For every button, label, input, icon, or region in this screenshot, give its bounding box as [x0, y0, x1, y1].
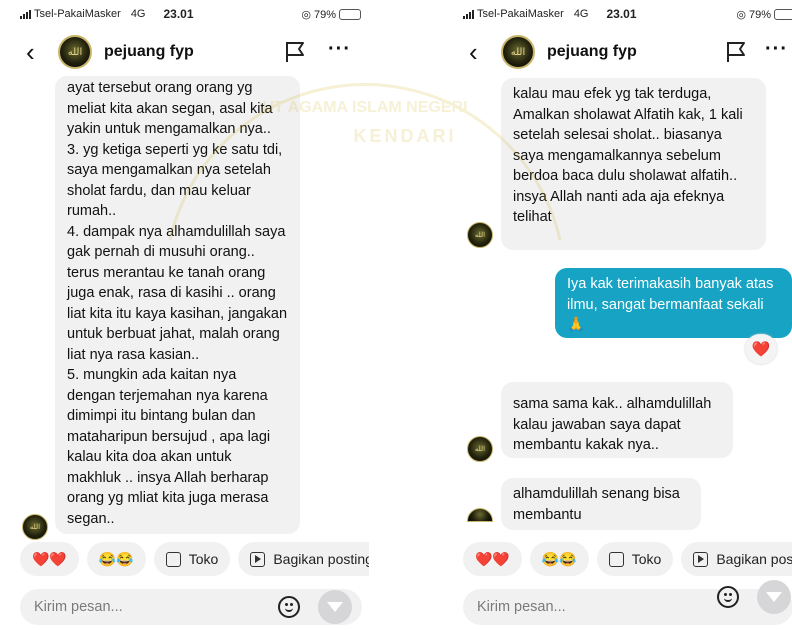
more-options-icon[interactable]: ··· — [765, 38, 788, 61]
more-options-icon[interactable]: ··· — [328, 38, 351, 61]
alarm-icon: ◎ — [736, 9, 746, 21]
report-flag-icon[interactable] — [725, 40, 747, 64]
sender-avatar[interactable]: الله — [467, 436, 493, 462]
right-chat-screen: Tsel-PakaiMasker 4G 23.01 ◎ 79% ‹ الله p… — [455, 0, 792, 630]
received-message: alhamdulillah senang bisa membantu — [501, 478, 701, 530]
share-post-button[interactable]: Bagikan postingan — [681, 542, 792, 576]
emoji-icon[interactable] — [717, 586, 739, 608]
quick-reply-hearts[interactable]: ❤️❤️ — [20, 542, 79, 576]
quick-reply-laugh[interactable]: 😂😂 — [529, 542, 589, 576]
message-input-placeholder: Kirim pesan... — [477, 599, 566, 615]
sender-avatar[interactable]: الله — [467, 222, 493, 248]
shop-icon — [165, 551, 181, 567]
received-message: sama sama kak.. alhamdulillah kalau jawa… — [501, 382, 733, 458]
alarm-icon: ◎ — [301, 9, 311, 21]
quick-reply-laugh[interactable]: 😂😂 — [86, 542, 146, 576]
clock: 23.01 — [606, 7, 637, 21]
quick-reply-bar: ❤️❤️ 😂😂 Toko Bagikan postingan — [12, 542, 369, 578]
back-arrow-icon[interactable]: ‹ — [469, 39, 489, 65]
network-label: 4G — [130, 8, 146, 20]
battery-icon — [774, 9, 792, 20]
message-list: kalau mau efek yg tak terduga, Amalkan s… — [455, 76, 792, 546]
signal-icon — [463, 9, 474, 19]
quick-reply-bar: ❤️❤️ 😂😂 Toko Bagikan postingan — [455, 542, 792, 578]
report-flag-icon[interactable] — [284, 40, 306, 64]
carrier-label: Tsel-PakaiMasker — [34, 8, 121, 20]
battery-status: ◎ 79% — [736, 8, 792, 21]
heart-reaction[interactable]: ❤️ — [745, 334, 777, 364]
battery-percent: 79% — [748, 8, 771, 21]
chat-header: ‹ الله pejuang fyp ··· — [12, 28, 369, 76]
shop-icon — [608, 551, 624, 567]
battery-icon — [339, 9, 361, 20]
signal-icon — [20, 9, 31, 19]
play-icon — [693, 551, 709, 567]
chat-header: ‹ الله pejuang fyp ··· — [455, 28, 792, 76]
left-chat-screen: Tsel-PakaiMasker 4G 23.01 ◎ 79% ‹ الله p… — [12, 0, 369, 630]
network-label: 4G — [573, 8, 589, 20]
status-bar: Tsel-PakaiMasker 4G 23.01 ◎ 79% — [455, 0, 792, 28]
quick-reply-hearts[interactable]: ❤️❤️ — [463, 542, 522, 576]
clock: 23.01 — [163, 7, 194, 21]
message-input[interactable]: Kirim pesan... — [20, 589, 362, 625]
avatar[interactable]: الله — [58, 35, 92, 69]
toko-button[interactable]: Toko — [153, 542, 231, 576]
chat-username[interactable]: pejuang fyp — [104, 43, 194, 61]
send-button[interactable] — [318, 590, 352, 624]
carrier-label: Tsel-PakaiMasker — [477, 8, 564, 20]
toko-button[interactable]: Toko — [596, 542, 674, 576]
message-input[interactable]: Kirim pesan... — [463, 589, 792, 625]
sender-avatar[interactable] — [467, 508, 493, 522]
received-message: kalau mau efek yg tak terduga, Amalkan s… — [501, 78, 766, 250]
sent-message: Iya kak terimakasih banyak atas ilmu, sa… — [555, 268, 792, 338]
message-input-placeholder: Kirim pesan... — [34, 599, 123, 615]
emoji-icon[interactable] — [278, 596, 300, 618]
sender-avatar[interactable]: الله — [22, 514, 48, 540]
battery-status: ◎ 79% — [301, 8, 361, 21]
avatar[interactable]: الله — [501, 35, 535, 69]
status-bar: Tsel-PakaiMasker 4G 23.01 ◎ 79% — [12, 0, 369, 28]
received-message: ayat tersebut orang orang yg meliat kita… — [55, 76, 300, 534]
share-post-button[interactable]: Bagikan postingan — [238, 542, 369, 576]
play-icon — [250, 551, 266, 567]
send-button[interactable] — [757, 580, 791, 614]
chat-username[interactable]: pejuang fyp — [547, 43, 637, 61]
back-arrow-icon[interactable]: ‹ — [26, 39, 46, 65]
battery-percent: 79% — [313, 8, 336, 21]
message-list: ayat tersebut orang orang yg meliat kita… — [12, 76, 369, 546]
